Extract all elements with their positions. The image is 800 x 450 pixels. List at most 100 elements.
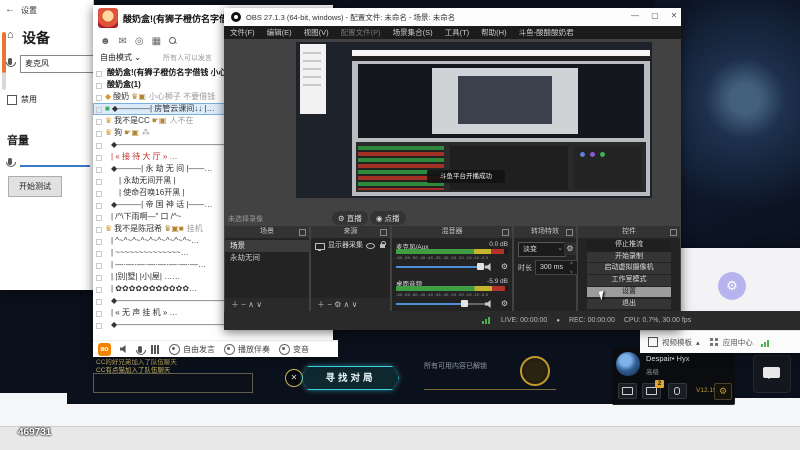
settings-gear-button[interactable]: ⚙ bbox=[714, 383, 732, 400]
tree-bullet-icon[interactable] bbox=[96, 227, 102, 233]
scene-item[interactable]: 场景 bbox=[225, 240, 314, 252]
controls-header[interactable]: 控件 bbox=[578, 226, 680, 238]
chat-button[interactable] bbox=[618, 383, 637, 399]
floating-gear-button[interactable]: ⚙ bbox=[718, 272, 746, 300]
tree-bullet-icon[interactable] bbox=[96, 95, 102, 101]
mic-button[interactable] bbox=[668, 383, 687, 399]
start-test-button[interactable]: 开始测试 bbox=[8, 176, 62, 197]
control-button[interactable]: 工作室模式 bbox=[587, 275, 671, 286]
tree-bullet-icon[interactable] bbox=[96, 119, 102, 125]
location-icon[interactable]: ◎ bbox=[135, 36, 144, 47]
mic-icon[interactable] bbox=[136, 345, 146, 355]
template-label[interactable]: 视频模板 bbox=[662, 337, 692, 348]
control-button[interactable]: 开始录制 bbox=[587, 251, 671, 263]
cancel-match-button[interactable]: ✕ bbox=[285, 369, 303, 387]
visibility-eye-icon[interactable] bbox=[366, 243, 375, 249]
gear-icon[interactable]: ⚙ bbox=[501, 262, 508, 271]
pin-icon[interactable] bbox=[502, 229, 509, 236]
find-match-banner[interactable]: 寻找对局 bbox=[302, 366, 399, 390]
tree-bullet-icon[interactable] bbox=[96, 71, 102, 77]
scenes-header[interactable]: 场景 bbox=[225, 226, 309, 238]
volume-slider[interactable]: ⚙ bbox=[396, 262, 508, 271]
tree-bullet-icon[interactable] bbox=[96, 323, 102, 329]
tree-bullet-icon[interactable] bbox=[96, 167, 102, 173]
menu-item[interactable]: 配置文件(P) bbox=[335, 27, 387, 38]
mixer-header[interactable]: 混音器 bbox=[392, 226, 512, 238]
pin-icon[interactable] bbox=[566, 229, 573, 236]
pin-icon[interactable] bbox=[670, 229, 677, 236]
volume-slider[interactable] bbox=[20, 165, 90, 167]
tree-bullet-icon[interactable] bbox=[96, 215, 102, 221]
chat-float-button[interactable] bbox=[753, 355, 791, 393]
transition-select[interactable]: 淡变 bbox=[518, 242, 566, 257]
tree-bullet-icon[interactable] bbox=[96, 299, 102, 305]
mixer-icon[interactable] bbox=[151, 344, 160, 354]
speaker-icon[interactable] bbox=[485, 300, 491, 308]
member-icon[interactable]: ☻ bbox=[100, 36, 111, 47]
microphone-select[interactable]: 麦克风 bbox=[20, 55, 95, 73]
tree-bullet-icon[interactable] bbox=[96, 311, 102, 317]
sources-toolbar[interactable]: ＋ − ⚙ ∧ ∨ bbox=[311, 298, 390, 311]
volume-slider[interactable]: ⚙ bbox=[396, 299, 508, 308]
tree-bullet-icon[interactable] bbox=[96, 131, 102, 137]
game-chat-input[interactable] bbox=[93, 373, 253, 393]
menu-item[interactable]: 视图(V) bbox=[298, 27, 335, 38]
obs-preview[interactable]: 斗鱼平台开播成功 bbox=[296, 42, 652, 198]
menu-item[interactable]: 帮助(H) bbox=[475, 27, 512, 38]
tree-bullet-icon[interactable] bbox=[96, 179, 102, 185]
lock-icon[interactable] bbox=[380, 241, 386, 248]
tree-bullet-icon[interactable] bbox=[96, 263, 102, 269]
yy-logo[interactable]: ao bbox=[98, 342, 111, 356]
source-item[interactable]: 显示器采集 bbox=[311, 240, 394, 252]
tree-bullet-icon[interactable] bbox=[96, 287, 102, 293]
menu-item[interactable]: 工具(T) bbox=[439, 27, 476, 38]
free-talk-button[interactable]: 自由发言 bbox=[169, 343, 215, 355]
menu-item[interactable]: 场景集合(S) bbox=[387, 27, 439, 38]
speaker-icon[interactable] bbox=[120, 345, 126, 353]
tree-bullet-icon[interactable] bbox=[96, 143, 102, 149]
control-button[interactable]: 启动虚拟摄像机 bbox=[587, 263, 671, 274]
scenes-toolbar[interactable]: ＋ − ∧ ∨ bbox=[225, 298, 309, 311]
maximize-button[interactable]: ▢ bbox=[648, 11, 662, 20]
control-button[interactable]: 退出 bbox=[587, 298, 671, 309]
template-caret[interactable]: ▴ bbox=[696, 338, 700, 347]
minimize-button[interactable]: — bbox=[628, 11, 642, 20]
party-button[interactable]: 2 bbox=[642, 380, 664, 399]
menu-item[interactable]: 斗鱼-酸酸酸奶君 bbox=[513, 27, 580, 38]
tree-bullet-icon[interactable] bbox=[96, 239, 102, 245]
slider-handle[interactable] bbox=[477, 263, 485, 270]
transition-gear-button[interactable]: ⚙ bbox=[564, 242, 576, 255]
tree-bullet-icon[interactable] bbox=[96, 203, 102, 209]
tree-bullet-icon[interactable] bbox=[96, 107, 102, 113]
avatar[interactable] bbox=[616, 352, 640, 376]
scene-item[interactable]: 永劫无间 bbox=[225, 252, 314, 264]
tree-bullet-icon[interactable] bbox=[96, 275, 102, 281]
close-button[interactable]: ✕ bbox=[667, 11, 681, 20]
mail-icon[interactable]: ✉ bbox=[119, 36, 127, 47]
sources-header[interactable]: 来源 bbox=[311, 226, 390, 238]
app-center-label[interactable]: 应用中心 bbox=[723, 337, 753, 348]
scrollbar[interactable] bbox=[2, 32, 6, 90]
live-button[interactable]: ⚙ 直播 bbox=[332, 211, 368, 225]
tree-bullet-icon[interactable] bbox=[96, 83, 102, 89]
duration-spinner[interactable]: 300 ms bbox=[535, 258, 578, 276]
pin-icon[interactable] bbox=[380, 229, 387, 236]
pin-icon[interactable] bbox=[299, 229, 306, 236]
play-music-button[interactable]: 播放伴奏 bbox=[224, 343, 270, 355]
obs-titlebar[interactable]: OBS 27.1.3 (64-bit, windows) - 配置文件: 未命名… bbox=[224, 8, 681, 26]
back-button[interactable]: ← bbox=[5, 4, 15, 15]
avatar-ring[interactable] bbox=[520, 356, 550, 386]
mode-dropdown[interactable]: 自由模式 ⌄ bbox=[100, 52, 141, 63]
tree-bullet-icon[interactable] bbox=[96, 251, 102, 257]
menu-item[interactable]: 文件(F) bbox=[224, 27, 261, 38]
search-icon[interactable] bbox=[169, 37, 177, 45]
control-button[interactable]: 停止推流 bbox=[587, 240, 671, 251]
speaker-icon[interactable] bbox=[485, 263, 491, 271]
avatar[interactable] bbox=[98, 8, 118, 28]
voice-change-button[interactable]: 变音 bbox=[279, 343, 309, 355]
vod-button[interactable]: ◉ 点播 bbox=[370, 211, 406, 225]
menu-item[interactable]: 编辑(E) bbox=[261, 27, 298, 38]
tree-bullet-icon[interactable] bbox=[96, 155, 102, 161]
board-icon[interactable]: ▦ bbox=[152, 36, 161, 47]
disable-checkbox[interactable] bbox=[7, 95, 17, 105]
